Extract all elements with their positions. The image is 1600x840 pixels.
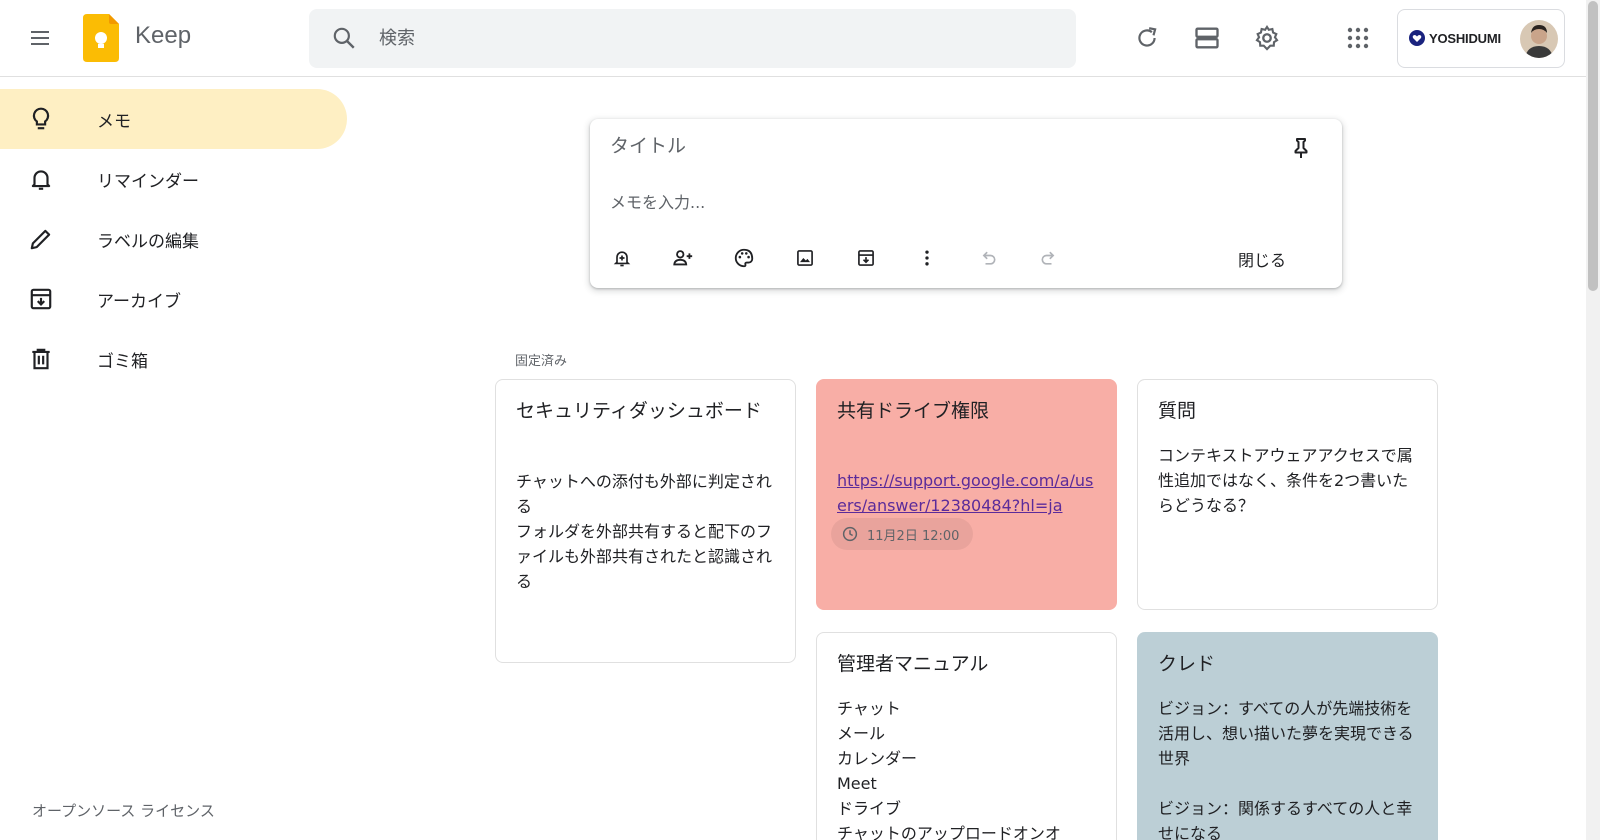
note-card[interactable]: 管理者マニュアル チャット メール カレンダー Meet ドライブ チャットのア… — [816, 632, 1117, 840]
note-composer: 閉じる — [590, 119, 1342, 288]
more-options-button[interactable] — [910, 241, 944, 275]
note-body: チャット メール カレンダー Meet ドライブ チャットのアップロードオンオ — [837, 699, 1061, 840]
close-button[interactable]: 閉じる — [1230, 243, 1294, 275]
note-card[interactable]: 質問 コンテキストアウェアアクセスで属性追加ではなく、条件を2つ書いたらどうなる… — [1137, 379, 1438, 610]
sidebar-item-notes[interactable]: メモ — [0, 89, 347, 149]
settings-button[interactable] — [1247, 18, 1287, 58]
redo-button[interactable] — [1032, 241, 1066, 275]
reminder-chip[interactable]: 11月2日 12:00 — [831, 518, 974, 550]
app-header: Keep YOSHIDUMI — [0, 0, 1586, 77]
note-card[interactable]: セキュリティダッシュボード チャットへの添付も外部に判定される フォルダを外部共… — [495, 379, 796, 663]
bell-icon — [31, 170, 51, 190]
more-vert-icon — [925, 250, 929, 266]
note-body-input[interactable] — [610, 189, 1270, 215]
remind-me-button[interactable] — [605, 241, 639, 275]
undo-button[interactable] — [971, 241, 1005, 275]
palette-icon — [734, 248, 754, 268]
account-button[interactable]: YOSHIDUMI — [1397, 9, 1565, 68]
sidebar-item-edit-labels[interactable]: ラベルの編集 — [0, 209, 347, 269]
note-title-input[interactable] — [610, 131, 1270, 161]
list-view-icon — [1195, 27, 1219, 49]
archive-icon — [858, 250, 874, 266]
pin-note-button[interactable] — [1284, 131, 1318, 165]
pencil-icon — [30, 229, 51, 250]
pinned-section-label: 固定済み — [515, 354, 568, 369]
search-icon[interactable] — [331, 25, 357, 51]
hamburger-menu-icon — [31, 31, 49, 45]
sidebar-item-label: リマインダー — [97, 172, 199, 192]
note-title: セキュリティダッシュボード — [516, 400, 762, 422]
note-title: 質問 — [1158, 400, 1197, 422]
sidebar-item-label: アーカイブ — [97, 292, 181, 312]
list-view-button[interactable] — [1187, 18, 1227, 58]
person-add-icon — [673, 250, 693, 266]
note-body: チャットへの添付も外部に判定される フォルダを外部共有すると配下のファイルも外部… — [516, 472, 773, 591]
sidebar-item-label: メモ — [97, 112, 131, 132]
note-body: ビジョン：すべての人が先端技術を活用し、想い描いた夢を実現できる世界 ビジョン：… — [1158, 699, 1414, 840]
note-title: クレド — [1158, 653, 1216, 675]
redo-icon — [1041, 251, 1055, 265]
brand-name: YOSHIDUMI — [1429, 30, 1501, 46]
collaborator-button[interactable] — [666, 241, 700, 275]
search-bar[interactable] — [309, 9, 1076, 68]
image-icon — [797, 250, 813, 266]
organization-brand: YOSHIDUMI — [1409, 30, 1501, 46]
refresh-icon — [1138, 27, 1157, 47]
note-body: https://support.google.com/a/users/answe… — [837, 443, 1100, 518]
refresh-button[interactable] — [1127, 18, 1167, 58]
sidebar-item-reminders[interactable]: リマインダー — [0, 149, 347, 209]
reminder-time: 11月2日 12:00 — [867, 528, 960, 544]
clock-icon — [842, 526, 858, 542]
user-photo-icon — [1520, 20, 1558, 58]
lightbulb-icon — [32, 107, 50, 130]
note-card[interactable]: クレド ビジョン：すべての人が先端技術を活用し、想い描いた夢を実現できる世界 ビ… — [1137, 632, 1438, 840]
note-body: コンテキストアウェアアクセスで属性追加ではなく、条件を2つ書いたらどうなる？ — [1158, 446, 1413, 515]
apps-grid-icon — [1347, 27, 1369, 49]
add-image-button[interactable] — [788, 241, 822, 275]
brand-heart-icon — [1409, 30, 1425, 46]
gear-icon — [1255, 24, 1279, 51]
keep-logo-icon — [83, 14, 119, 62]
note-title: 管理者マニュアル — [837, 653, 989, 675]
pin-icon — [1294, 138, 1308, 158]
avatar[interactable] — [1520, 20, 1558, 58]
sidebar-item-label: ゴミ箱 — [97, 352, 148, 372]
search-input[interactable] — [379, 9, 1059, 68]
background-options-button[interactable] — [727, 241, 761, 275]
undo-icon — [982, 251, 996, 265]
note-link[interactable]: https://support.google.com/a/users/answe… — [837, 471, 1093, 515]
app-title[interactable]: Keep — [135, 22, 191, 50]
bell-plus-icon — [613, 251, 631, 267]
archive-button[interactable] — [849, 241, 883, 275]
archive-icon — [30, 288, 52, 310]
scrollbar-thumb[interactable] — [1588, 1, 1598, 291]
page-scrollbar[interactable] — [1586, 0, 1600, 840]
main-menu-button[interactable] — [20, 18, 60, 58]
sidebar-item-trash[interactable]: ゴミ箱 — [0, 329, 347, 389]
sidebar-item-label: ラベルの編集 — [97, 232, 199, 252]
open-source-license-link[interactable]: オープンソース ライセンス — [32, 800, 215, 821]
apps-button[interactable] — [1338, 18, 1378, 58]
sidebar-item-archive[interactable]: アーカイブ — [0, 269, 347, 329]
note-card[interactable]: 共有ドライブ権限 https://support.google.com/a/us… — [816, 379, 1117, 610]
trash-icon — [32, 348, 50, 370]
note-title: 共有ドライブ権限 — [837, 400, 990, 422]
